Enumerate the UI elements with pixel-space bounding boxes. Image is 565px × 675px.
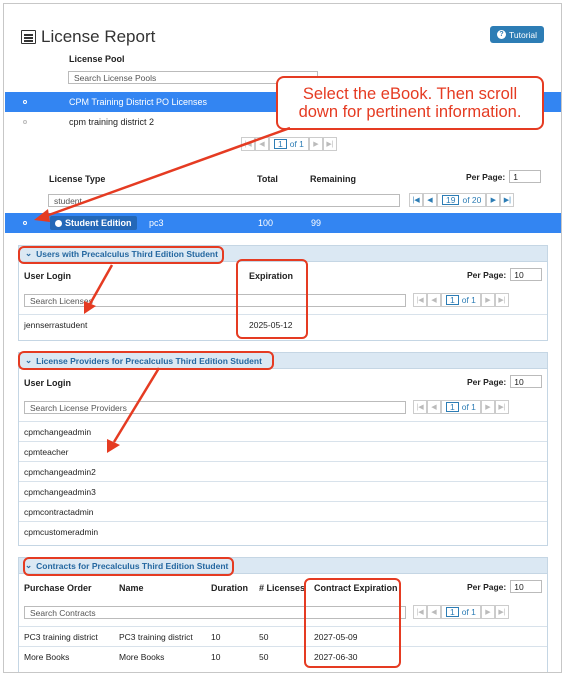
next-page-icon[interactable]: ▶ — [480, 400, 495, 414]
col-licenses: # Licenses — [259, 583, 306, 593]
table-row: PC3 training district PC3 training distr… — [19, 626, 547, 646]
page-number-input[interactable]: 1 — [274, 139, 287, 149]
license-pool-header: License Pool — [69, 54, 125, 64]
col-remaining: Remaining — [310, 174, 357, 184]
last-page-icon[interactable]: ▶| — [500, 193, 515, 207]
license-type-pager: |◀ ◀ 19 of 20 ▶ ▶| — [409, 193, 515, 207]
per-page-input[interactable]: 10 — [510, 580, 543, 593]
table-row: More Books More Books 10 50 2027-06-30 — [19, 646, 547, 666]
next-page-icon[interactable]: ▶ — [486, 193, 501, 207]
annotation-box-providers-header — [18, 351, 274, 370]
col-user-login: User Login — [24, 271, 72, 281]
annotation-box-users-header — [18, 246, 224, 264]
per-page: Per Page: 10 — [467, 268, 543, 281]
list-item: cpmchangeadmin3 — [19, 481, 547, 501]
license-type-search-input[interactable]: student — [48, 194, 400, 207]
annotation-box-expiration — [236, 259, 308, 339]
per-page: Per Page: 1 — [466, 170, 542, 183]
last-page-icon[interactable]: ▶| — [322, 137, 337, 151]
contracts-section: Purchase Order Name Duration # Licenses … — [18, 573, 548, 672]
question-circle-icon: ? — [497, 30, 506, 39]
last-page-icon[interactable]: ▶| — [494, 605, 509, 619]
prev-page-icon[interactable]: ◀ — [427, 400, 441, 414]
prev-page-icon[interactable]: ◀ — [427, 605, 441, 619]
prev-page-icon[interactable]: ◀ — [255, 137, 269, 151]
instruction-callout: Select the eBook. Then scroll down for p… — [276, 76, 544, 130]
license-pool-pager: |◀ ◀ 1 of 1 ▶ ▶| — [241, 137, 337, 151]
providers-search-input[interactable]: Search License Providers — [24, 401, 406, 414]
annotation-box-contract-expiration — [304, 578, 401, 668]
per-page-input[interactable]: 1 — [509, 170, 542, 183]
prev-page-icon[interactable]: ◀ — [427, 293, 441, 307]
next-page-icon[interactable]: ▶ — [308, 137, 323, 151]
tutorial-button[interactable]: ? Tutorial — [490, 26, 545, 43]
radio[interactable] — [23, 120, 27, 124]
list-item: cpmcustomeradmin — [19, 521, 547, 541]
users-search-input[interactable]: Search Licenses — [24, 294, 406, 307]
first-page-icon[interactable]: |◀ — [413, 293, 427, 307]
per-page-input[interactable]: 10 — [510, 375, 543, 388]
report-frame: License Report ? Tutorial License Pool S… — [3, 3, 562, 673]
student-edition-badge: Student Edition — [50, 216, 137, 230]
list-item: cpmchangeadmin — [19, 421, 547, 441]
list-item: cpmchangeadmin2 — [19, 461, 547, 481]
user-icon — [55, 219, 62, 227]
first-page-icon[interactable]: |◀ — [413, 605, 427, 619]
col-total: Total — [257, 174, 278, 184]
page-number-input[interactable]: 1 — [446, 295, 459, 305]
col-name: Name — [119, 583, 144, 593]
col-duration: Duration — [211, 583, 248, 593]
contracts-pager: |◀ ◀ 1 of 1 ▶ ▶| — [413, 605, 509, 619]
annotation-box-contracts-header — [23, 557, 234, 576]
providers-section: User Login Per Page: 10 Search License P… — [18, 368, 548, 546]
list-item: cpmteacher — [19, 441, 547, 461]
page-number-input[interactable]: 1 — [446, 607, 459, 617]
users-pager: |◀ ◀ 1 of 1 ▶ ▶| — [413, 293, 509, 307]
col-license-type: License Type — [49, 174, 106, 184]
col-purchase-order: Purchase Order — [24, 583, 92, 593]
first-page-icon[interactable]: |◀ — [241, 137, 255, 151]
prev-page-icon[interactable]: ◀ — [423, 193, 437, 207]
radio-selected[interactable] — [23, 221, 27, 225]
per-page: Per Page: 10 — [467, 580, 543, 593]
list-item: cpmcontractadmin — [19, 501, 547, 521]
page-title: License Report — [21, 27, 155, 47]
license-type-row-selected[interactable]: Student Edition pc3 100 99 — [5, 213, 561, 233]
page-number-input[interactable]: 19 — [442, 195, 460, 205]
col-user-login: User Login — [24, 378, 72, 388]
next-page-icon[interactable]: ▶ — [480, 605, 495, 619]
per-page: Per Page: 10 — [467, 375, 543, 388]
next-page-icon[interactable]: ▶ — [480, 293, 495, 307]
radio-selected[interactable] — [23, 100, 27, 104]
first-page-icon[interactable]: |◀ — [409, 193, 423, 207]
providers-pager: |◀ ◀ 1 of 1 ▶ ▶| — [413, 400, 509, 414]
last-page-icon[interactable]: ▶| — [494, 293, 509, 307]
first-page-icon[interactable]: |◀ — [413, 400, 427, 414]
page-number-input[interactable]: 1 — [446, 402, 459, 412]
last-page-icon[interactable]: ▶| — [494, 400, 509, 414]
per-page-input[interactable]: 10 — [510, 268, 543, 281]
report-list-icon — [21, 30, 36, 44]
